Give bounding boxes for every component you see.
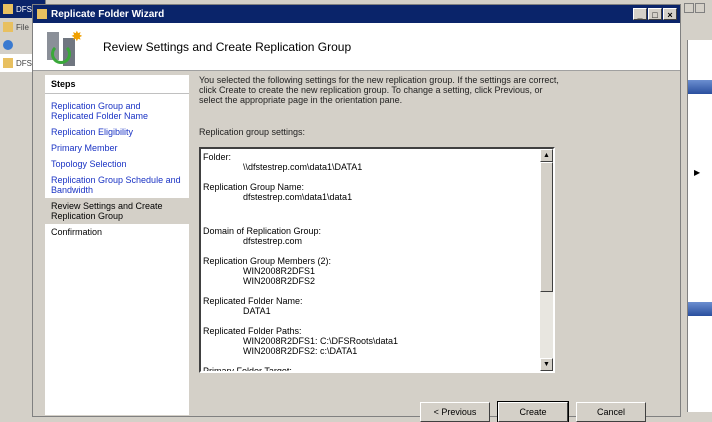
wizard-icon	[37, 9, 47, 19]
settings-label: Replication group settings:	[199, 127, 306, 137]
setting-section: Replication Group Name: dfstestrep.com\da…	[203, 182, 529, 202]
scroll-up-icon[interactable]: ▲	[540, 149, 553, 162]
intro-text: You selected the following settings for …	[199, 75, 559, 105]
setting-section: Replicated Folder Name: DATA1	[203, 296, 529, 316]
close-button[interactable]: ×	[663, 8, 677, 20]
folder-icon	[3, 22, 13, 32]
step-schedule-bandwidth[interactable]: Replication Group Schedule and Bandwidth	[45, 172, 189, 198]
background-mmc-right: ▶	[681, 0, 712, 417]
maximize-button[interactable]: □	[648, 8, 662, 20]
setting-name: Folder:	[203, 152, 232, 162]
scroll-down-icon[interactable]: ▼	[540, 358, 553, 371]
minimize-button[interactable]: _	[633, 8, 647, 20]
setting-name: Replicated Folder Paths:	[203, 326, 302, 336]
step-confirmation: Confirmation	[51, 227, 103, 237]
setting-section: Primary Folder Target:WIN2008R2DFS1	[203, 366, 529, 373]
bg-actions-header[interactable]	[688, 302, 712, 316]
close-icon[interactable]	[695, 3, 705, 13]
page-title: Review Settings and Create Replication G…	[103, 39, 352, 54]
setting-value: DATA1	[243, 306, 271, 316]
steps-pane: Steps Replication Group and Replicated F…	[45, 75, 189, 415]
setting-section: Replication Group Members (2): WIN2008R2D…	[203, 256, 529, 286]
replication-logo-icon: ✸	[45, 28, 83, 66]
step-review-settings[interactable]: Review Settings and Create Replication G…	[45, 198, 189, 224]
cancel-button[interactable]: Cancel	[576, 402, 646, 422]
steps-heading: Steps	[45, 75, 189, 94]
bg-tree-text: DFS	[16, 58, 32, 68]
settings-text: Folder: \\dfstestrep.com\data1\DATA1 Repli…	[201, 149, 531, 373]
bg-actions-pane: ▶	[687, 40, 712, 412]
bg-actions-header[interactable]	[688, 80, 712, 94]
bg-menu-text: File	[16, 22, 29, 32]
create-button[interactable]: Create	[497, 401, 569, 422]
setting-value: WIN2008R2DFS2	[243, 276, 316, 286]
setting-name: Domain of Replication Group:	[203, 226, 322, 236]
step-primary-member[interactable]: Primary Member	[45, 140, 189, 156]
scroll-thumb[interactable]	[540, 162, 553, 292]
bg-window-controls	[681, 0, 712, 18]
window-title: Replicate Folder Wizard	[51, 8, 165, 20]
setting-name: Replicated Folder Name:	[203, 296, 303, 306]
folder-icon	[3, 4, 13, 14]
expand-arrow-icon[interactable]: ▶	[694, 168, 700, 177]
title-bar[interactable]: Replicate Folder Wizard _ □ ×	[33, 5, 680, 23]
step-topology-selection[interactable]: Topology Selection	[45, 156, 189, 172]
setting-value: WIN2008R2DFS1: C:\DFSRoots\data1	[243, 336, 399, 346]
setting-value: \\dfstestrep.com\data1\DATA1	[243, 162, 363, 172]
back-arrow-icon[interactable]	[3, 40, 13, 50]
setting-section: Replicated Folder Paths: WIN2008R2DFS1: C…	[203, 326, 529, 356]
step-replication-group-name[interactable]: Replication Group and Replicated Folder …	[45, 98, 189, 124]
wizard-buttons: < Previous Create Cancel	[420, 401, 646, 422]
setting-value: WIN2008R2DFS1	[243, 266, 316, 276]
setting-value: dfstestrep.com	[243, 236, 303, 246]
setting-name: Replication Group Members (2):	[203, 256, 332, 266]
previous-button[interactable]: < Previous	[420, 402, 490, 422]
step-replication-eligibility[interactable]: Replication Eligibility	[45, 124, 189, 140]
content-pane: You selected the following settings for …	[199, 75, 559, 373]
setting-name: Primary Folder Target:	[203, 366, 292, 373]
scrollbar[interactable]: ▲ ▼	[540, 149, 553, 371]
setting-section: Domain of Replication Group: dfstestrep.c…	[203, 226, 529, 246]
setting-value: WIN2008R2DFS2: c:\DATA1	[243, 346, 358, 356]
settings-textbox[interactable]: Folder: \\dfstestrep.com\data1\DATA1 Repli…	[199, 147, 555, 373]
wizard-header: ✸ Review Settings and Create Replication…	[33, 23, 680, 71]
setting-value: dfstestrep.com\data1\data1	[243, 192, 353, 202]
restore-icon[interactable]	[684, 3, 694, 13]
setting-name: Replication Group Name:	[203, 182, 305, 192]
folder-icon	[3, 58, 13, 68]
replicate-folder-wizard: Replicate Folder Wizard _ □ × ✸ Review S…	[32, 4, 681, 417]
bg-title-text: DFS	[16, 4, 32, 14]
setting-section: Folder: \\dfstestrep.com\data1\DATA1	[203, 152, 529, 172]
